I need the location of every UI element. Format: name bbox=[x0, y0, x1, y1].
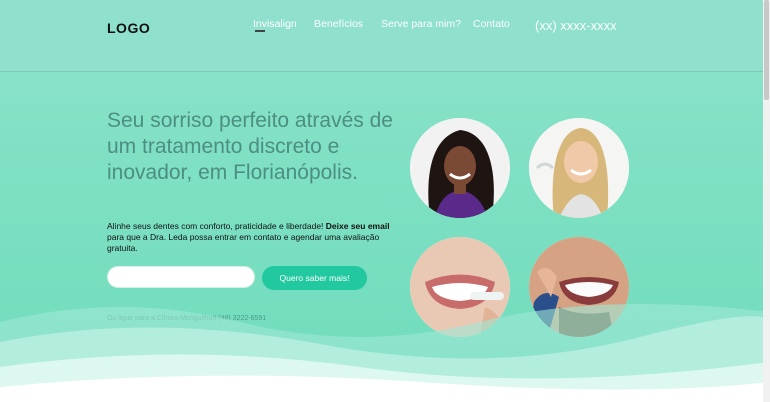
subtext-bold: Deixe seu email bbox=[325, 221, 390, 231]
nav-serve-para-mim[interactable]: Serve para mim? bbox=[381, 18, 461, 30]
subtext-part2: para que a Dra. Leda possa entrar em con… bbox=[107, 232, 380, 253]
hero-headline: Seu sorriso perfeito através de um trata… bbox=[107, 109, 393, 184]
scrollbar[interactable] bbox=[763, 0, 770, 402]
nav-invisalign[interactable]: Invisalign bbox=[253, 18, 297, 30]
logo[interactable]: LOGO bbox=[107, 20, 150, 36]
hero-subtext: Alinhe seus dentes com conforto, pratici… bbox=[107, 221, 397, 254]
nav-active-indicator bbox=[255, 30, 265, 32]
blonde-woman-aligner-photo bbox=[529, 118, 629, 218]
nav-contato[interactable]: Contato bbox=[473, 18, 510, 30]
subtext-part1: Alinhe seus dentes com conforto, pratici… bbox=[107, 221, 326, 231]
site-header: LOGO Invisalign Benefícios Serve para mi… bbox=[0, 0, 763, 72]
woman-curly-hair-aligner-photo bbox=[410, 118, 510, 218]
header-phone[interactable]: (xx) xxxx-xxxx bbox=[535, 18, 617, 33]
nav-beneficios[interactable]: Benefícios bbox=[314, 18, 363, 30]
decorative-waves bbox=[0, 304, 770, 402]
scrollbar-thumb[interactable] bbox=[764, 0, 769, 100]
